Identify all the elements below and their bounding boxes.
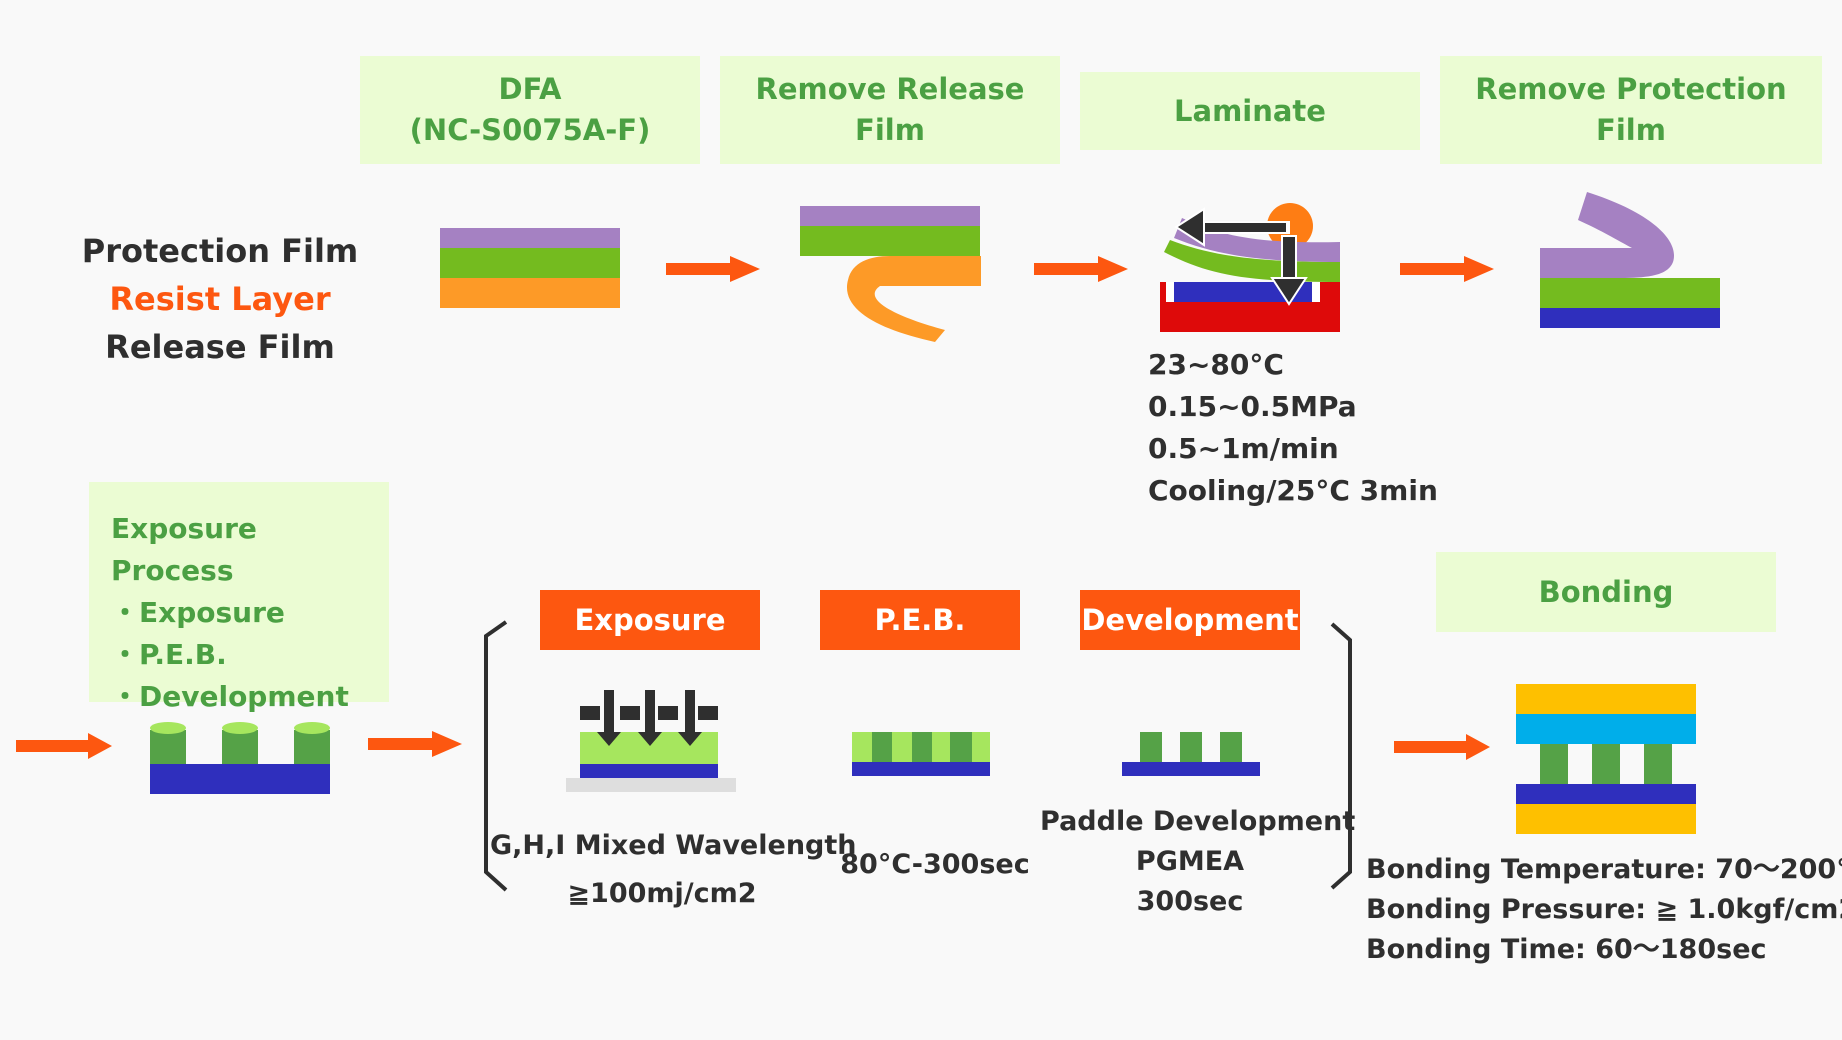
exposure-graphic — [566, 690, 736, 792]
bonding-conditions: Bonding Temperature: 70～200°C Bonding Pr… — [1366, 850, 1842, 970]
resist-pillar — [294, 730, 330, 764]
development-time: 300sec — [1136, 886, 1244, 917]
uv-light-arrow-icon — [597, 690, 702, 746]
flow-arrow-6 — [1394, 734, 1490, 760]
bonding-temperature: Bonding Temperature: 70～200°C — [1366, 854, 1842, 885]
development-graphic — [1122, 732, 1260, 776]
substrate — [1122, 762, 1260, 776]
substrate — [580, 764, 718, 778]
peb-notes: 80°C-300sec — [840, 844, 1030, 886]
bottom-wafer — [1516, 804, 1696, 834]
peb-condition: 80°C-300sec — [840, 849, 1030, 880]
resist-pillar — [1220, 732, 1242, 762]
exposed-region — [950, 732, 972, 762]
exposed-region — [912, 732, 932, 762]
top-substrate — [1516, 714, 1696, 744]
development-solvent: PGMEA — [1135, 846, 1245, 877]
stage — [566, 778, 736, 792]
exposure-notes: G,H,I Mixed Wavelength ≧100mj/cm2 — [490, 822, 857, 918]
exposure-dose: ≧100mj/cm2 — [567, 878, 757, 909]
substrate — [150, 764, 330, 794]
top-wafer — [1516, 684, 1696, 714]
bonding-time: Bonding Time: 60～180sec — [1366, 934, 1767, 965]
exposure-wavelength: G,H,I Mixed Wavelength — [490, 830, 857, 861]
resist-pillar — [1180, 732, 1202, 762]
resist-pillar — [222, 730, 258, 764]
resist-pillar — [1140, 732, 1162, 762]
development-method: Paddle Development — [1040, 806, 1356, 837]
resist-pillar — [150, 730, 186, 764]
exposed-region — [872, 732, 892, 762]
resist-pillar — [1540, 744, 1568, 784]
peb-graphic — [852, 732, 990, 776]
development-notes: Paddle Development PGMEA 300sec — [1040, 802, 1356, 922]
bonding-pressure: Bonding Pressure: ≧ 1.0kgf/cm2 — [1366, 894, 1842, 925]
bottom-substrate — [1516, 784, 1696, 804]
patterned-resist-graphic — [150, 722, 330, 794]
flow-arrow-4 — [16, 733, 112, 759]
bonding-graphic — [1516, 684, 1696, 834]
resist-pillar — [1592, 744, 1620, 784]
flow-arrow-5 — [368, 731, 462, 757]
resist-pillar — [1644, 744, 1672, 784]
substrate — [852, 762, 990, 776]
